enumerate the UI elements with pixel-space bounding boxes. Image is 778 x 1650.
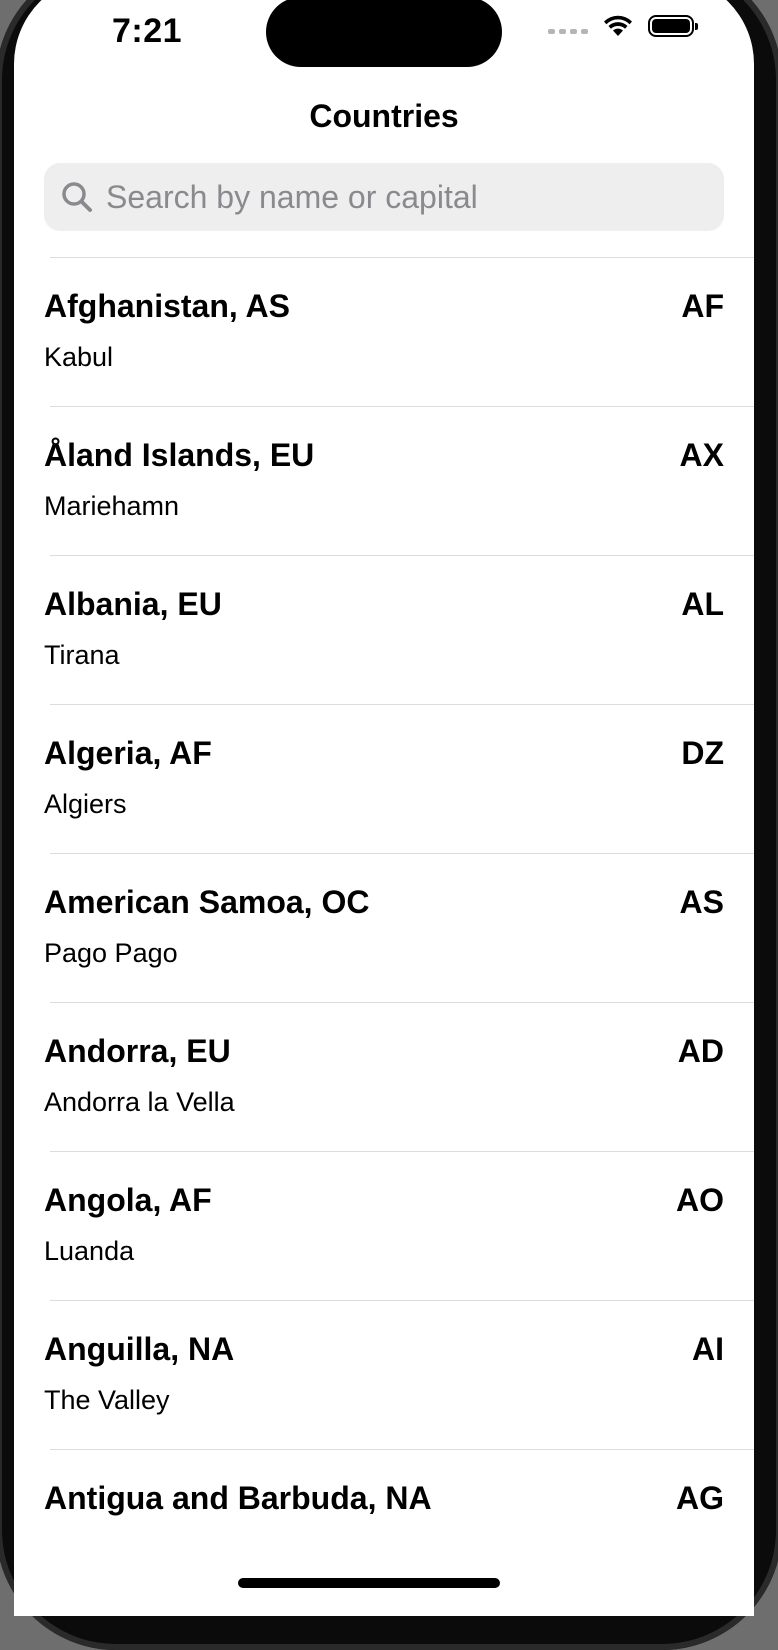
screen: 7:21 Countries Afghani: [14, 0, 754, 1616]
country-name: Antigua and Barbuda, NA: [44, 1480, 432, 1516]
country-name: Andorra, EU: [44, 1033, 231, 1069]
country-name: Anguilla, NA: [44, 1331, 235, 1367]
list-item[interactable]: Antigua and Barbuda, NA AG: [44, 1449, 754, 1598]
country-name: Åland Islands, EU: [44, 437, 315, 473]
country-name: Algeria, AF: [44, 735, 212, 771]
country-code: AO: [676, 1182, 724, 1218]
battery-icon: [648, 15, 698, 37]
country-code: AL: [681, 586, 724, 622]
list-item[interactable]: Anguilla, NA The Valley AI: [44, 1300, 754, 1449]
country-name: Albania, EU: [44, 586, 222, 622]
country-list: Afghanistan, AS Kabul AF Åland Islands, …: [14, 257, 754, 1598]
status-time: 7:21: [112, 12, 183, 50]
device-frame: 7:21 Countries Afghani: [0, 0, 778, 1650]
search-bar[interactable]: [44, 163, 724, 231]
list-item[interactable]: Åland Islands, EU Mariehamn AX: [44, 406, 754, 555]
list-item[interactable]: Angola, AF Luanda AO: [44, 1151, 754, 1300]
country-name: Afghanistan, AS: [44, 288, 290, 324]
country-capital: Mariehamn: [44, 491, 180, 521]
country-capital: Algiers: [44, 789, 127, 819]
country-capital: Andorra la Vella: [44, 1087, 235, 1117]
country-code: AD: [677, 1033, 724, 1069]
country-code: AS: [679, 884, 724, 920]
country-name: American Samoa, OC: [44, 884, 370, 920]
dynamic-island: [266, 0, 502, 67]
list-item[interactable]: Algeria, AF Algiers DZ: [44, 704, 754, 853]
list-item[interactable]: Afghanistan, AS Kabul AF: [44, 257, 754, 406]
country-capital: Luanda: [44, 1236, 135, 1266]
country-name: Angola, AF: [44, 1182, 212, 1218]
list-item[interactable]: Andorra, EU Andorra la Vella AD: [44, 1002, 754, 1151]
list-item[interactable]: American Samoa, OC Pago Pago AS: [44, 853, 754, 1002]
home-indicator[interactable]: [238, 1578, 500, 1588]
country-code: AF: [681, 288, 724, 324]
country-code: AX: [679, 437, 724, 473]
country-code: AG: [676, 1480, 724, 1516]
list-item[interactable]: Albania, EU Tirana AL: [44, 555, 754, 704]
search-icon: [62, 182, 92, 212]
country-capital: The Valley: [44, 1385, 170, 1415]
status-icons: [548, 14, 698, 38]
country-code: AI: [692, 1331, 724, 1367]
search-input[interactable]: [106, 178, 706, 216]
country-capital: Tirana: [44, 640, 120, 670]
country-capital: Pago Pago: [44, 938, 178, 968]
cellular-signal-icon: [548, 28, 588, 34]
wifi-icon: [604, 15, 632, 36]
country-code: DZ: [681, 735, 724, 771]
page-title: Countries: [309, 98, 459, 134]
country-capital: Kabul: [44, 342, 114, 372]
